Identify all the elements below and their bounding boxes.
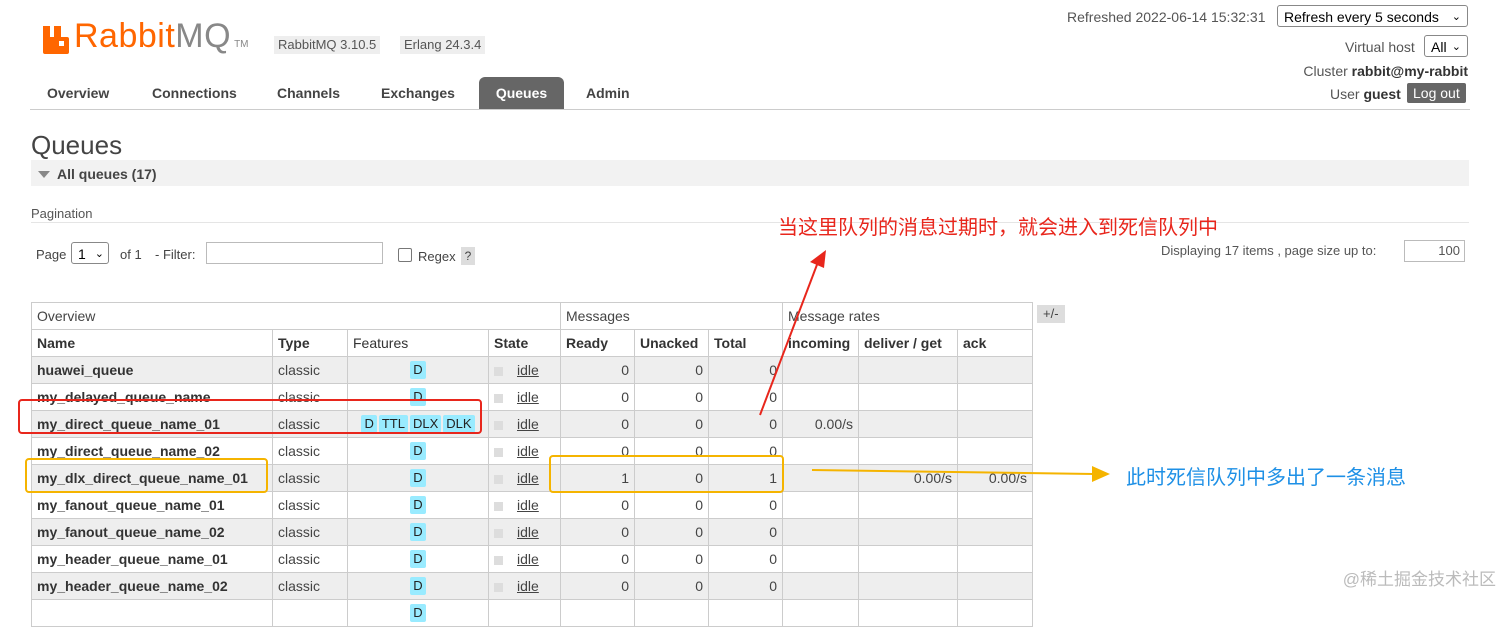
red-arrow-line [759, 261, 819, 416]
orange-annotation-text: 此时死信队列中多出了一条消息 [1126, 467, 1406, 489]
annotation-arrows [759, 250, 1110, 482]
orange-arrow-head [1092, 466, 1110, 482]
feature-badge: D [410, 604, 426, 622]
orange-arrow-line [811, 469, 1095, 475]
red-arrow-head [810, 250, 826, 268]
watermark: @稀土掘金技术社区 [1342, 570, 1496, 589]
red-annotation-text: 当这里队列的消息过期时，就会进入到死信队列中 [778, 217, 1218, 239]
